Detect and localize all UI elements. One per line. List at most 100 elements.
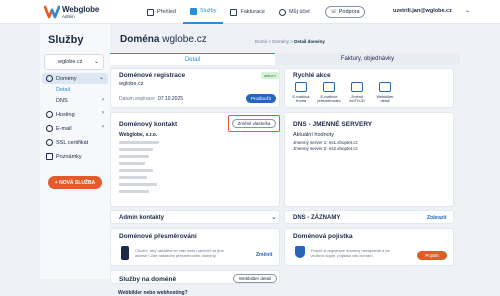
domain-select-value: wglobe.cz bbox=[58, 59, 83, 65]
sidebar-item-label: Domény bbox=[56, 75, 77, 82]
sidebar-item-label: E-mail bbox=[56, 125, 72, 132]
sidebar-subitem-dns[interactable]: DNS bbox=[56, 98, 68, 104]
protection-card: Doménová pojistka Pokud si registrace do… bbox=[284, 228, 454, 266]
services-card: Služby na doméně Webbilder detail bbox=[110, 270, 280, 284]
sidebar-item-label: Hosting bbox=[56, 111, 75, 118]
support-label: Podpora bbox=[338, 9, 360, 15]
chevron-right-icon: › bbox=[102, 124, 104, 130]
nav-billing-label: Fakturace bbox=[240, 9, 265, 15]
nav-account[interactable]: Můj účet bbox=[272, 0, 317, 24]
sidebar-item-notes[interactable]: Poznámky bbox=[42, 151, 108, 162]
contact-title: Doménový kontakt bbox=[119, 121, 178, 128]
chevron-down-icon: ⌄ bbox=[271, 214, 277, 221]
protection-title: Doménová pojistka bbox=[293, 233, 353, 240]
protection-button[interactable]: Pojistit bbox=[417, 251, 447, 260]
domain-select[interactable]: wglobe.cz ⌄ bbox=[44, 54, 104, 70]
dns-records-card: DNS - ZÁZNAMY Zobrazit bbox=[284, 210, 454, 224]
nav-overview[interactable]: Přehled bbox=[140, 0, 183, 24]
breadcrumb-domains[interactable]: Domény bbox=[272, 39, 289, 44]
redirect-title: Doménové přesměrování bbox=[119, 233, 197, 240]
support-button[interactable]: ☏ Podpora bbox=[325, 6, 365, 18]
nav-account-label: Můj účet bbox=[288, 9, 310, 15]
sidebar-title: Služby bbox=[48, 34, 84, 46]
services-title: Služby na doméně bbox=[119, 276, 177, 283]
nav-billing[interactable]: Fakturace bbox=[223, 0, 271, 24]
lock-icon bbox=[46, 139, 53, 146]
chevron-down-icon[interactable]: ⌄ bbox=[465, 7, 470, 14]
redirect-link[interactable]: Změnit bbox=[256, 252, 272, 258]
dns-servers-title: DNS - JMENNÉ SERVERY bbox=[293, 121, 373, 128]
page-title-prefix: Doména bbox=[120, 34, 160, 45]
contact-company: Webglobe, s.r.o. bbox=[119, 132, 158, 138]
blurred-text bbox=[119, 141, 159, 144]
globe-icon bbox=[46, 75, 53, 82]
blurred-text bbox=[119, 183, 157, 186]
status-badge: aktivní bbox=[261, 72, 279, 79]
brand-name: Webglobe bbox=[62, 5, 100, 14]
billing-icon bbox=[230, 8, 238, 16]
main-nav: Přehled Služby Fakturace Můj účet bbox=[140, 0, 317, 24]
breadcrumb-separator: > bbox=[268, 39, 271, 44]
nav-services-label: Služby bbox=[199, 8, 217, 14]
webglobe-logo[interactable]: Webglobe Admin bbox=[44, 4, 99, 21]
sidebar-subitem-detail[interactable]: Detail bbox=[56, 87, 70, 93]
sidebar: Služby wglobe.cz ⌄ Domény ⌄ Detail DNS ›… bbox=[40, 24, 110, 279]
new-service-button[interactable]: + NOVÁ SLUŽBA bbox=[48, 176, 102, 189]
quick-action-label: E-mailové přesměrování bbox=[317, 95, 341, 103]
tab-detail[interactable]: Detail bbox=[110, 53, 275, 65]
user-email[interactable]: uzetrili.jan@wglobe.cz bbox=[393, 8, 452, 14]
sidebar-item-ssl[interactable]: SSL certifikát bbox=[42, 137, 108, 148]
dns-servers-card: DNS - JMENNÉ SERVERY Aktuální hodnoty Jm… bbox=[284, 112, 454, 207]
blurred-text bbox=[119, 190, 149, 193]
blurred-text bbox=[119, 162, 145, 165]
mail-icon bbox=[46, 125, 53, 132]
page-title: Doména wglobe.cz bbox=[120, 34, 207, 45]
server-icon bbox=[46, 111, 53, 118]
forward-mail-icon bbox=[323, 82, 335, 92]
sidebar-item-label: SSL certifikát bbox=[56, 139, 89, 146]
registration-domain: wglobe.cz bbox=[119, 81, 144, 87]
breadcrumb-home[interactable]: Domů bbox=[255, 39, 267, 44]
quick-actions-card: Rychlé akce E-mailová fronta E-mailové p… bbox=[284, 68, 454, 108]
dns-records-link[interactable]: Zobrazit bbox=[427, 215, 446, 221]
sidebar-item-domains[interactable]: Domény ⌄ bbox=[42, 73, 108, 84]
highlight-box bbox=[228, 115, 280, 132]
support-icon: ☏ bbox=[330, 9, 337, 15]
registration-title: Doménové registrace bbox=[119, 72, 186, 79]
chevron-right-icon: › bbox=[102, 97, 104, 103]
shield-icon bbox=[295, 246, 305, 258]
overview-icon bbox=[147, 8, 154, 16]
admin-contacts-title: Admin kontakty bbox=[119, 215, 165, 221]
key-icon bbox=[351, 82, 363, 92]
breadcrumb: Domů > Domény > Detail domény bbox=[255, 39, 325, 44]
blurred-text bbox=[119, 176, 147, 179]
mail-icon bbox=[295, 82, 307, 92]
redirect-text: Chcete, aby návštěvníci vaší webu skonči… bbox=[135, 248, 224, 258]
quick-action-label: E-mailová fronta bbox=[292, 95, 310, 103]
blurred-text bbox=[119, 148, 153, 151]
dns-server-1: Jmenný server 1: ns1.shoptet.cz bbox=[293, 140, 358, 145]
nav-services[interactable]: Služby bbox=[182, 0, 224, 24]
phone-icon bbox=[121, 246, 129, 260]
website-icon bbox=[379, 82, 391, 92]
expiry-label: Datum expirace: bbox=[119, 96, 156, 102]
top-bar: Webglobe Admin Přehled Služby Fakturace … bbox=[0, 0, 500, 24]
tab-invoices[interactable]: Faktury, objednávky bbox=[275, 53, 460, 65]
sidebar-item-email[interactable]: E-mail › bbox=[42, 123, 108, 134]
admin-contacts-card[interactable]: Admin kontakty ⌄ bbox=[110, 210, 280, 224]
protection-text: Pokud si registrace domény nezaplatíte a… bbox=[311, 248, 390, 258]
expiry-value: 07.10.2025 bbox=[158, 96, 184, 102]
chevron-right-icon: › bbox=[102, 110, 104, 116]
page-title-domain: wglobe.cz bbox=[162, 34, 207, 45]
contact-card: Doménový kontakt Změnit vlastníka Webglo… bbox=[110, 112, 280, 207]
renew-button[interactable]: Prodloužit bbox=[246, 94, 276, 103]
sidebar-item-hosting[interactable]: Hosting › bbox=[42, 109, 108, 120]
blurred-text bbox=[119, 155, 149, 158]
dns-server-2: Jmenný server 2: ns2.shoptet.cz bbox=[293, 146, 358, 151]
services-icon bbox=[189, 7, 197, 15]
tabs: Detail Faktury, objednávky bbox=[110, 53, 460, 65]
webglobe-logo-icon bbox=[44, 5, 60, 19]
redirect-card: Doménové přesměrování Chcete, aby návště… bbox=[110, 228, 280, 266]
dns-current-label: Aktuální hodnoty bbox=[293, 132, 334, 138]
user-icon bbox=[278, 8, 286, 16]
